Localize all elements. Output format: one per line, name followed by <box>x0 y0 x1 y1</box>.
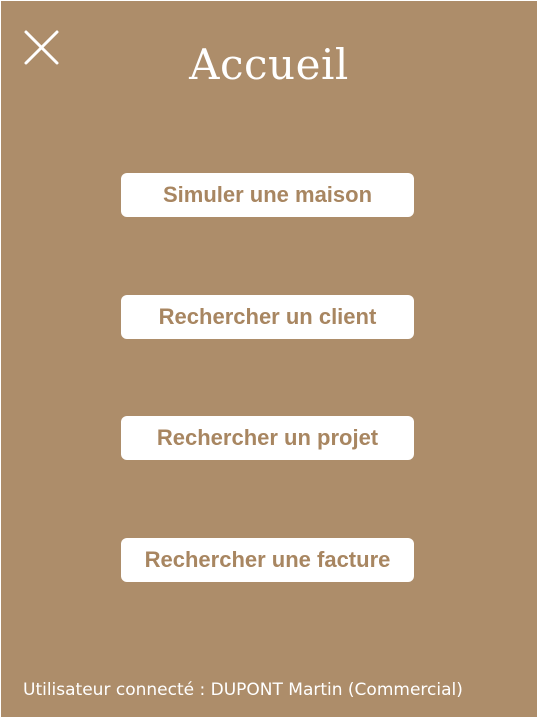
search-client-button[interactable]: Rechercher un client <box>121 295 414 339</box>
connected-user-status: Utilisateur connecté : DUPONT Martin (Co… <box>23 680 463 700</box>
simulate-house-button[interactable]: Simuler une maison <box>121 173 414 217</box>
search-invoice-button[interactable]: Rechercher une facture <box>121 538 414 582</box>
home-screen: Accueil Simuler une maison Rechercher un… <box>1 1 537 717</box>
search-project-button[interactable]: Rechercher un projet <box>121 416 414 460</box>
page-title: Accueil <box>189 40 349 89</box>
